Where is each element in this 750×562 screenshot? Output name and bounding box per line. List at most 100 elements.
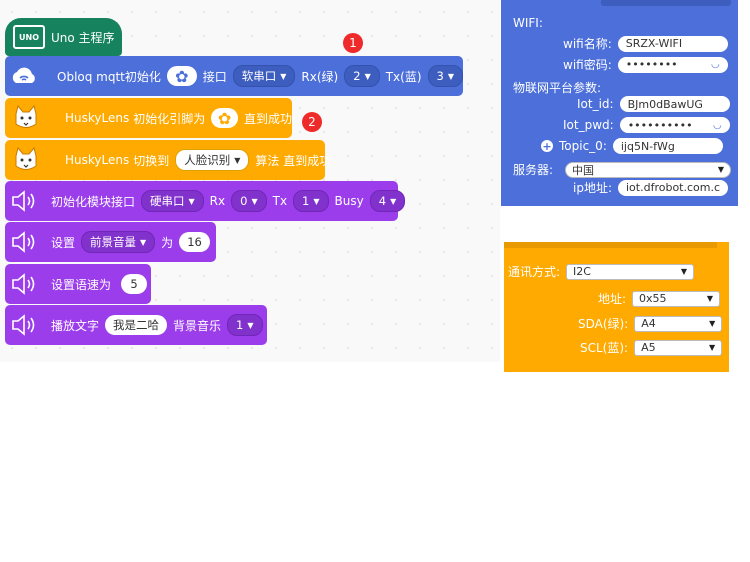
play-text-input[interactable]: 我是二哈 — [105, 315, 168, 335]
obloq-port-value: 软串口 — [241, 69, 277, 83]
main-program-label: Uno 主程序 — [51, 30, 115, 45]
voice-tx-dropdown[interactable]: 1 ▼ — [293, 190, 329, 212]
play-text-block[interactable]: 播放文字 我是二哈 背景音乐 1 ▼ — [5, 305, 267, 345]
voice-module-init-block[interactable]: 初始化模块接口 硬串口 ▼ Rx 0 ▼ Tx 1 ▼ Busy 4 ▼ — [5, 181, 406, 221]
ip-address-input[interactable]: iot.dfrobot.com.c — [618, 179, 728, 196]
caret-down-icon: ▼ — [709, 319, 716, 328]
caret-down-icon: ▼ — [708, 343, 716, 352]
caret-down-icon: ▼ — [390, 196, 397, 206]
address-select[interactable]: 0x55 ▼ — [632, 290, 721, 307]
caret-down-icon: ▼ — [313, 196, 320, 206]
sda-select[interactable]: A4 ▼ — [634, 315, 723, 332]
obloq-tx-value: 3 — [436, 69, 444, 83]
obloq-mqtt-init-block[interactable]: Obloq mqtt初始化 ✿ 接口 软串口 ▼ Rx(绿) 2 ▼ Tx(蓝) 3… — [5, 56, 463, 96]
bgm-label: 背景音乐 — [173, 318, 222, 333]
add-topic-icon[interactable]: + — [541, 140, 553, 153]
volume-target-value: 前景音量 — [90, 235, 137, 249]
speaker-icon — [9, 181, 39, 221]
voice-port-dropdown[interactable]: 硬串口 ▼ — [141, 190, 204, 212]
set-volume-label: 设置 — [51, 235, 76, 250]
flower-gear-icon: ✿ — [175, 66, 189, 86]
volume-value-input[interactable]: 16 — [179, 232, 210, 252]
huskylens-init-suffix: 直到成功 — [243, 111, 292, 126]
caret-down-icon: ▼ — [706, 294, 714, 303]
huskylens-init-prefix: 初始化引脚为 — [133, 111, 206, 126]
huskylens-algorithm-dropdown[interactable]: 人脸识别 ▼ — [175, 149, 250, 171]
obloq-port-dropdown[interactable]: 软串口 ▼ — [232, 65, 296, 87]
sda-value: A4 — [641, 317, 656, 330]
voice-tx-label: Tx — [272, 194, 288, 208]
annotation-badge-2: 2 — [302, 112, 322, 132]
algorithm-value: 人脸识别 — [184, 153, 231, 167]
wifi-password-input[interactable]: •••••••• ◡ — [617, 56, 728, 73]
caret-down-icon: ▼ — [247, 320, 254, 330]
scl-select[interactable]: A5 ▼ — [634, 339, 723, 356]
voice-init-label: 初始化模块接口 — [51, 194, 136, 209]
caret-down-icon: ▼ — [280, 71, 287, 81]
caret-down-icon: ▼ — [717, 165, 725, 174]
voice-busy-dropdown[interactable]: 4 ▼ — [369, 190, 406, 212]
iot-id-input[interactable]: BJm0dBawUG — [619, 96, 730, 112]
topic-input[interactable]: ijq5N-fWg — [612, 138, 723, 154]
set-volume-block[interactable]: 设置 前景音量 ▼ 为 16 — [5, 222, 216, 262]
caret-down-icon: ▼ — [140, 237, 147, 247]
caret-down-icon: ▼ — [188, 196, 195, 206]
huskylens-pin-gear-button[interactable]: ✿ — [211, 108, 238, 128]
iot-pwd-input[interactable]: •••••••••• ◡ — [619, 117, 730, 133]
caret-down-icon: ▼ — [364, 71, 371, 81]
huskylens-pin-settings-panel: 通讯方式: I2C ▼ 地址: 0x55 ▼ SDA(绿): A4 ▼ SCL(… — [504, 242, 729, 372]
huskylens-name-label: HuskyLens — [65, 111, 130, 125]
wifi-header: WIFI: — [513, 16, 543, 30]
ip-address-label: ip地址: — [573, 181, 612, 195]
wifi-ssid-input[interactable]: SRZX-WIFI — [617, 35, 728, 52]
obloq-settings-gear-button[interactable]: ✿ — [166, 66, 197, 86]
main-program-block[interactable]: UNO Uno 主程序 — [5, 18, 122, 56]
bgm-value: 1 — [236, 318, 244, 332]
iot-params-header: 物联网平台参数: — [513, 81, 602, 95]
speaker-icon — [9, 264, 39, 304]
voice-rx-label: Rx — [209, 194, 226, 208]
flower-gear-icon: ✿ — [217, 108, 232, 128]
scl-label: SCL(蓝): — [580, 341, 629, 355]
volume-target-dropdown[interactable]: 前景音量 ▼ — [81, 231, 156, 253]
huskylens-name-label: HuskyLens — [65, 153, 130, 167]
obloq-settings-panel: WIFI: wifi名称: SRZX-WIFI wifi密码: ••••••••… — [501, 0, 738, 206]
comm-mode-select[interactable]: I2C ▼ — [566, 263, 695, 280]
huskylens-init-block[interactable]: HuskyLens 初始化引脚为 ✿ 直到成功 — [5, 98, 292, 138]
annotation-badge-1: 1 — [343, 33, 363, 53]
set-volume-mid-label: 为 — [161, 235, 174, 250]
obloq-rx-value: 2 — [353, 69, 361, 83]
caret-down-icon: ▼ — [680, 267, 688, 276]
speaker-icon — [9, 222, 39, 262]
set-speed-label: 设置语速为 — [51, 277, 112, 292]
scl-value: A5 — [641, 341, 656, 354]
wifi-password-label: wifi密码: — [563, 58, 612, 72]
voice-tx-value: 1 — [302, 194, 310, 208]
speed-value-input[interactable]: 5 — [121, 274, 148, 294]
obloq-tx-label: Tx(蓝) — [385, 69, 422, 84]
server-select[interactable]: 中国 ▼ — [565, 161, 732, 178]
uno-board-icon: UNO — [13, 25, 45, 49]
comm-mode-label: 通讯方式: — [508, 265, 561, 279]
sda-label: SDA(绿): — [578, 317, 629, 331]
set-speech-speed-block[interactable]: 设置语速为 5 — [5, 264, 151, 304]
voice-port-value: 硬串口 — [150, 194, 185, 208]
wifi-ssid-label: wifi名称: — [563, 37, 612, 51]
huskylens-switch-prefix: 切换到 — [133, 153, 170, 168]
obloq-rx-dropdown[interactable]: 2 ▼ — [344, 65, 380, 87]
obloq-rx-label: Rx(绿) — [301, 69, 339, 84]
play-text-label: 播放文字 — [51, 318, 100, 333]
huskylens-switch-algo-block[interactable]: HuskyLens 切换到 人脸识别 ▼ 算法 直到成功 — [5, 140, 331, 180]
eye-toggle-icon[interactable]: ◡ — [711, 59, 720, 70]
voice-busy-label: Busy — [334, 194, 364, 208]
server-value: 中国 — [572, 163, 595, 177]
bgm-dropdown[interactable]: 1 ▼ — [227, 314, 263, 336]
obloq-init-label: Obloq mqtt初始化 — [57, 69, 161, 84]
caret-down-icon: ▼ — [234, 155, 241, 165]
iot-id-label: Iot_id: — [577, 97, 614, 111]
caret-down-icon: ▼ — [251, 196, 258, 206]
obloq-tx-dropdown[interactable]: 3 ▼ — [427, 65, 463, 87]
voice-rx-dropdown[interactable]: 0 ▼ — [231, 190, 267, 212]
eye-toggle-icon[interactable]: ◡ — [713, 120, 722, 131]
comm-mode-value: I2C — [573, 265, 591, 278]
